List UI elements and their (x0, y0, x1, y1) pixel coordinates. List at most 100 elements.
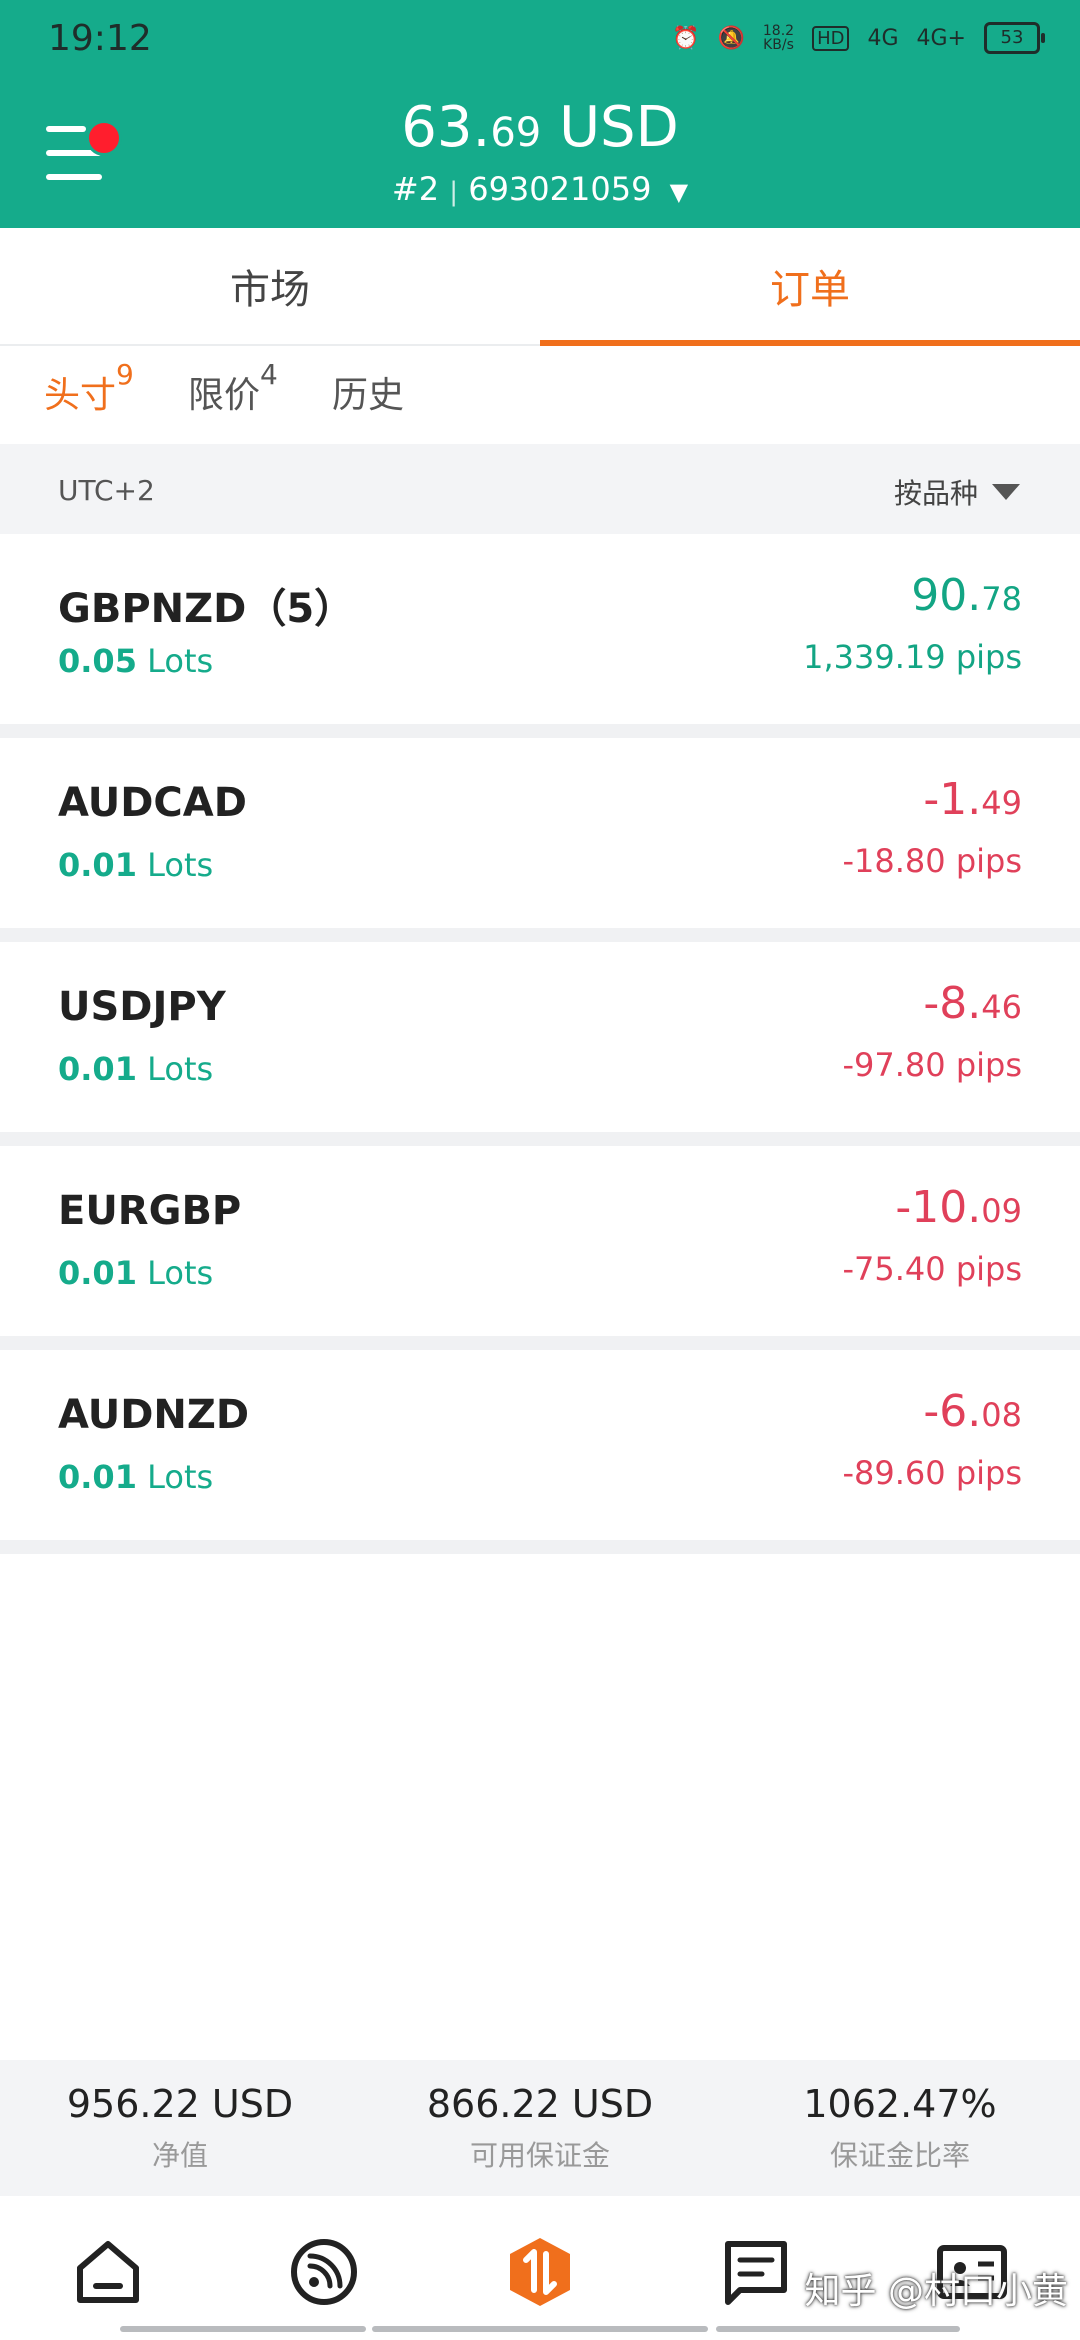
signal-4gplus-icon: 4G+ (916, 25, 966, 51)
order-symbol: GBPNZD（5） (58, 586, 355, 632)
lots-value: 0.01 (58, 1458, 137, 1496)
main-tabs: 市场 订单 (0, 228, 1080, 346)
hd-icon: HD (812, 25, 850, 51)
status-time: 19:12 (48, 18, 152, 59)
profit-dec: 08 (981, 1396, 1022, 1434)
profit-dec: 46 (981, 988, 1022, 1026)
order-profit: -8.46 (923, 978, 1022, 1029)
summary-free-margin-label: 可用保证金 (469, 2139, 610, 2172)
order-profit: -10.09 (895, 1182, 1022, 1233)
order-row[interactable]: USDJPY 0.01 Lots -8.46 -97.80 pips (0, 942, 1080, 1146)
balance-int: 63. (401, 95, 491, 160)
subtab-limit[interactable]: 限价4 (188, 358, 278, 418)
account-prefix: #2 (391, 170, 440, 208)
signal-4g-icon: 4G (867, 25, 899, 51)
order-symbol: EURGBP (58, 1188, 242, 1234)
lots-unit: Lots (147, 642, 214, 680)
subtab-limit-count: 4 (260, 358, 278, 391)
account-summary: 956.22 USD 净值 866.22 USD 可用保证金 1062.47% … (0, 2060, 1080, 2196)
order-pips: -89.60 pips (842, 1454, 1022, 1492)
net-speed: 18.2 KB/s (763, 24, 794, 52)
lots-unit: Lots (147, 1254, 214, 1292)
order-symbol: AUDCAD (58, 780, 247, 826)
profit-int: -8. (923, 978, 982, 1029)
order-row[interactable]: GBPNZD（5） 0.05 Lots 90.78 1,339.19 pips (0, 534, 1080, 738)
subtab-history-label: 历史 (332, 375, 405, 416)
order-subtabs: 头寸9 限价4 历史 (0, 344, 1080, 444)
app-header: 19:12 ⏰ 🔕 18.2 KB/s HD 4G 4G+ 53 63.69 U… (0, 0, 1080, 228)
order-pips: 1,339.19 pips (803, 638, 1022, 676)
order-lots: 0.01 Lots (58, 1050, 213, 1088)
profit-dec: 49 (981, 784, 1022, 822)
order-pips: -75.40 pips (842, 1250, 1022, 1288)
order-lots: 0.01 Lots (58, 1254, 213, 1292)
chevron-down-icon: ▼ (669, 178, 689, 206)
order-lots: 0.01 Lots (58, 1458, 213, 1496)
lots-value: 0.05 (58, 642, 137, 680)
summary-equity-value: 956.22 USD (66, 2082, 294, 2126)
tab-market[interactable]: 市场 (0, 228, 540, 344)
status-bar: 19:12 ⏰ 🔕 18.2 KB/s HD 4G 4G+ 53 (0, 0, 1080, 80)
subtab-positions[interactable]: 头寸9 (44, 358, 134, 418)
profit-int: 90. (911, 570, 982, 621)
net-speed-unit: KB/s (763, 37, 794, 53)
battery-icon: 53 (984, 22, 1045, 54)
bottom-navigation: 知乎 @村口小黄 (0, 2196, 1080, 2340)
subtab-positions-count: 9 (116, 358, 134, 391)
news-icon[interactable] (720, 2236, 792, 2308)
account-selector[interactable]: #2 | 693021059 ▼ (0, 170, 1080, 208)
lots-unit: Lots (147, 1458, 214, 1496)
alarm-icon: ⏰ (672, 25, 700, 51)
summary-margin-level-label: 保证金比率 (829, 2139, 970, 2172)
subtab-positions-label: 头寸 (44, 375, 117, 416)
trade-icon[interactable] (504, 2236, 576, 2308)
gesture-bar (716, 2326, 960, 2332)
lots-value: 0.01 (58, 1050, 137, 1088)
watermark: 知乎 @村口小黄 (804, 2271, 1068, 2312)
gesture-bar (120, 2326, 366, 2332)
lots-value: 0.01 (58, 846, 137, 884)
chevron-down-icon (992, 484, 1020, 500)
summary-free-margin: 866.22 USD 可用保证金 (360, 2082, 720, 2174)
lots-unit: Lots (147, 846, 214, 884)
account-divider: | (449, 177, 459, 207)
home-icon[interactable] (72, 2236, 144, 2308)
order-row[interactable]: AUDNZD 0.01 Lots -6.08 -89.60 pips (0, 1350, 1080, 1554)
profit-int: -1. (923, 774, 982, 825)
profit-int: -10. (895, 1182, 982, 1233)
profit-dec: 78 (981, 580, 1022, 618)
order-symbol: AUDNZD (58, 1392, 250, 1438)
gesture-bar (372, 2326, 708, 2332)
order-profit: -6.08 (923, 1386, 1022, 1437)
balance-dec: 69 (490, 110, 542, 156)
order-lots: 0.05 Lots (58, 642, 213, 680)
balance-display: 63.69 USD (0, 96, 1080, 165)
timezone-label: UTC+2 (58, 474, 155, 507)
summary-equity: 956.22 USD 净值 (0, 2082, 360, 2174)
account-number: 693021059 (468, 170, 652, 208)
lots-value: 0.01 (58, 1254, 137, 1292)
subtab-history[interactable]: 历史 (332, 366, 404, 418)
status-icons: ⏰ 🔕 18.2 KB/s HD 4G 4G+ 53 (672, 22, 1045, 54)
order-pips: -97.80 pips (842, 1046, 1022, 1084)
signal-icon[interactable] (288, 2236, 360, 2308)
summary-margin-level-value: 1062.47% (803, 2082, 997, 2126)
sort-label: 按品种 (893, 477, 978, 510)
order-row[interactable]: EURGBP 0.01 Lots -10.09 -75.40 pips (0, 1146, 1080, 1350)
order-row[interactable]: AUDCAD 0.01 Lots -1.49 -18.80 pips (0, 738, 1080, 942)
summary-equity-label: 净值 (151, 2139, 208, 2172)
order-pips: -18.80 pips (842, 842, 1022, 880)
lots-unit: Lots (147, 1050, 214, 1088)
subtab-limit-label: 限价 (188, 375, 261, 416)
filter-bar: UTC+2 按品种 (0, 444, 1080, 534)
order-profit: 90.78 (911, 570, 1022, 621)
tab-orders[interactable]: 订单 (540, 228, 1080, 344)
sort-dropdown[interactable]: 按品种 (894, 472, 1020, 512)
profit-dec: 09 (981, 1192, 1022, 1230)
summary-margin-level: 1062.47% 保证金比率 (720, 2082, 1080, 2174)
order-lots: 0.01 Lots (58, 846, 213, 884)
order-symbol: USDJPY (58, 984, 226, 1030)
balance-currency: USD (559, 95, 679, 160)
order-profit: -1.49 (923, 774, 1022, 825)
profit-int: -6. (923, 1386, 982, 1437)
